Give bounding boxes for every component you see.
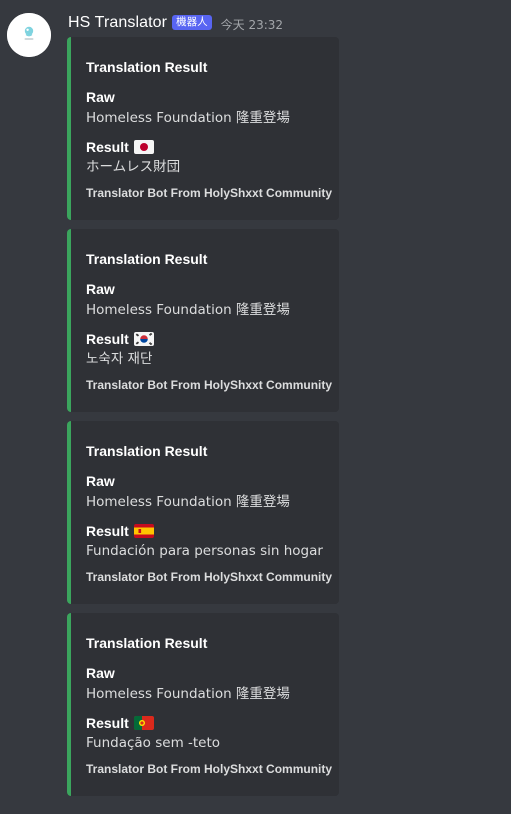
embed-footer: Translator Bot From HolyShxxt Community	[86, 570, 333, 584]
embed-footer: Translator Bot From HolyShxxt Community	[86, 186, 333, 200]
embed-title: Translation Result	[86, 635, 208, 651]
result-value: Fundación para personas sin hogar	[86, 543, 323, 559]
embed-list: Translation Result Raw Homeless Foundati…	[67, 37, 339, 805]
raw-label: Raw	[86, 281, 327, 297]
raw-value: Homeless Foundation 隆重登場	[86, 110, 290, 126]
result-label-text: Result	[86, 523, 129, 539]
embed-footer: Translator Bot From HolyShxxt Community	[86, 762, 333, 776]
result-value: Fundação sem -teto	[86, 735, 221, 751]
result-label-text: Result	[86, 139, 129, 155]
raw-label: Raw	[86, 473, 327, 489]
embed-card: Translation Result Raw Homeless Foundati…	[67, 613, 339, 796]
embed-card: Translation Result Raw Homeless Foundati…	[67, 421, 339, 604]
bot-tag: 機器人	[172, 14, 212, 30]
result-label: Result	[86, 139, 327, 155]
embed-title: Translation Result	[86, 443, 208, 459]
raw-value: Homeless Foundation 隆重登場	[86, 686, 290, 702]
embed-footer: Translator Bot From HolyShxxt Community	[86, 378, 333, 392]
flag-south-korea-icon	[133, 332, 154, 346]
flag-japan-icon	[133, 140, 154, 154]
result-label-text: Result	[86, 331, 129, 347]
hs-logo-icon	[7, 13, 51, 57]
result-value: ホームレス財団	[86, 159, 181, 175]
result-label: Result	[86, 331, 327, 347]
raw-value: Homeless Foundation 隆重登場	[86, 494, 290, 510]
raw-label-text: Raw	[86, 473, 115, 489]
bot-message: HS Translator 機器人 今天 23:32 Translation R…	[0, 0, 511, 814]
raw-label-text: Raw	[86, 281, 115, 297]
embed-title: Translation Result	[86, 251, 208, 267]
result-label-text: Result	[86, 715, 129, 731]
raw-label: Raw	[86, 665, 327, 681]
raw-label-text: Raw	[86, 89, 115, 105]
embed-title: Translation Result	[86, 59, 208, 75]
result-value: 노숙자 재단	[86, 351, 153, 367]
username[interactable]: HS Translator	[68, 14, 167, 32]
result-label: Result	[86, 523, 327, 539]
message-header: HS Translator 機器人 今天 23:32	[68, 12, 283, 34]
avatar[interactable]	[7, 13, 51, 57]
raw-label: Raw	[86, 89, 327, 105]
flag-portugal-icon	[133, 716, 154, 730]
timestamp[interactable]: 今天 23:32	[221, 16, 283, 33]
embed-card: Translation Result Raw Homeless Foundati…	[67, 229, 339, 412]
raw-label-text: Raw	[86, 665, 115, 681]
flag-spain-icon	[133, 524, 154, 538]
embed-card: Translation Result Raw Homeless Foundati…	[67, 37, 339, 220]
raw-value: Homeless Foundation 隆重登場	[86, 302, 290, 318]
result-label: Result	[86, 715, 327, 731]
